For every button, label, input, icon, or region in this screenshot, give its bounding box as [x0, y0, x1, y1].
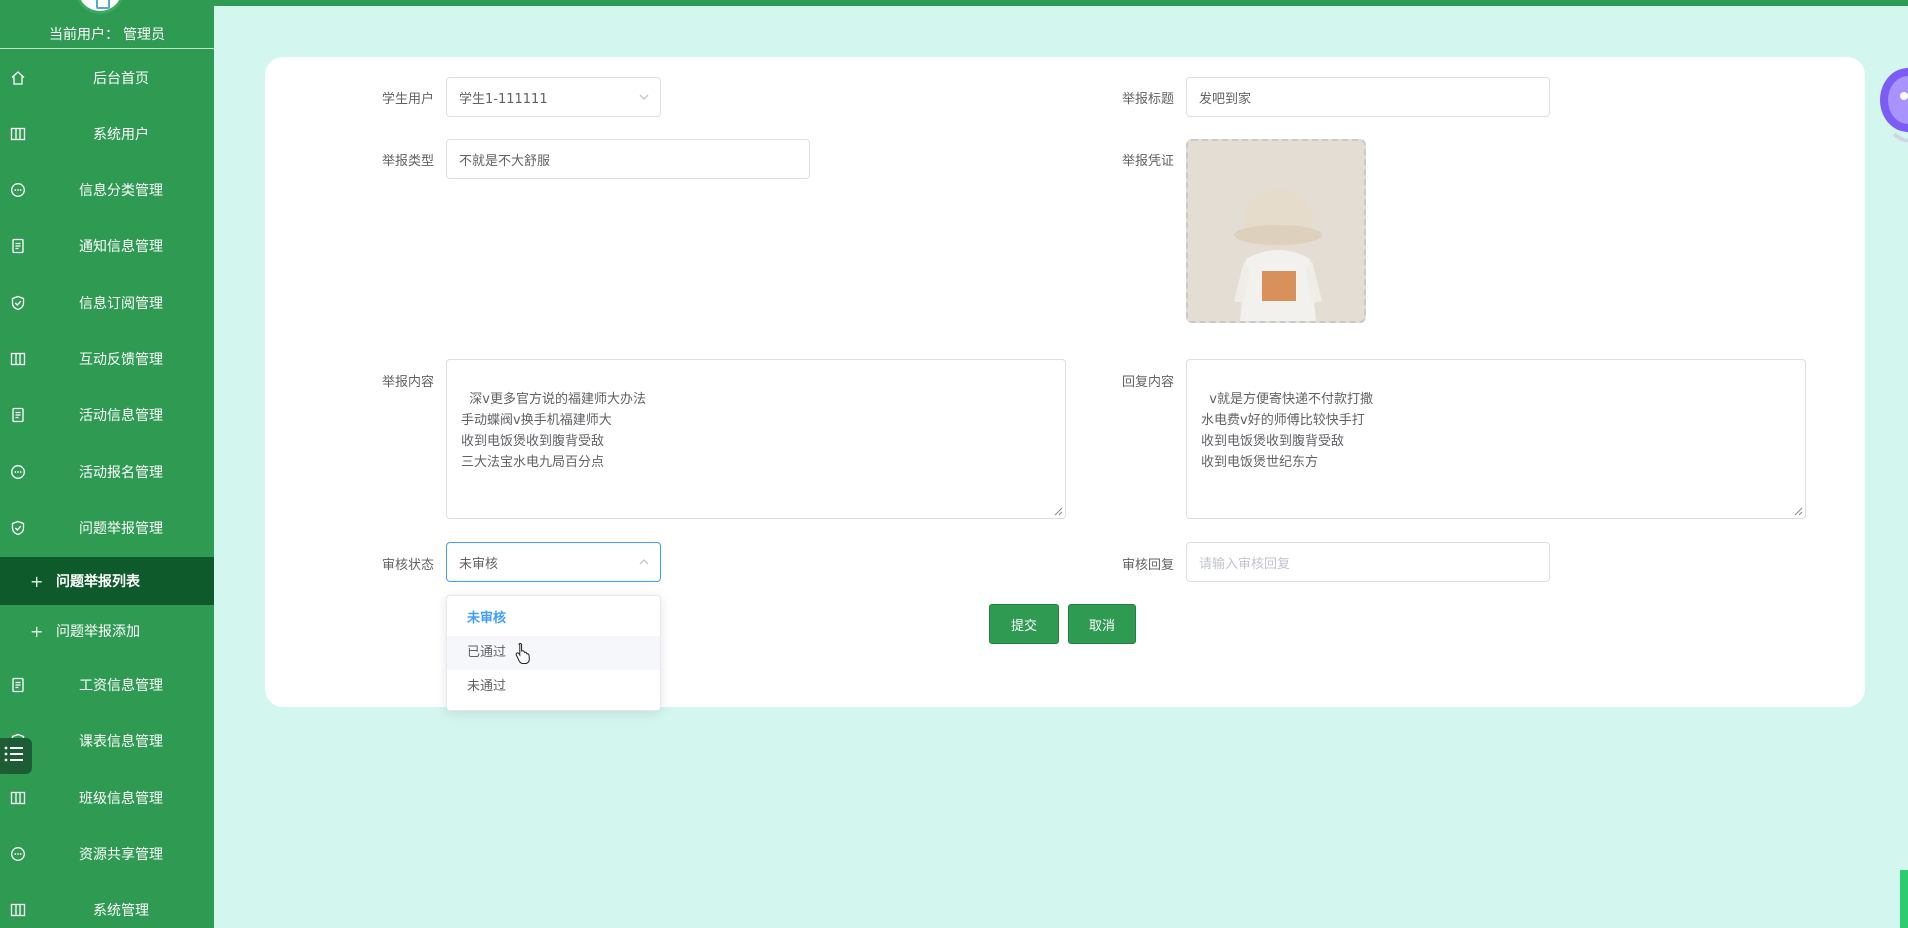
sidebar-item-activity-signup[interactable]: 活动报名管理 — [0, 444, 214, 500]
report-content-textarea[interactable]: 深v更多官方说的福建师大办法 手动蝶阀v换手机福建师大 收到电饭煲收到腹背受敌 … — [446, 359, 1066, 519]
sidebar-item-label: 信息订阅管理 — [79, 296, 163, 312]
sidebar-item-activity[interactable]: 活动信息管理 — [0, 387, 214, 443]
assistant-robot-icon[interactable] — [1874, 50, 1908, 150]
submit-button[interactable]: 提交 — [989, 604, 1059, 644]
sidebar-item-label: 班级信息管理 — [79, 791, 163, 807]
plus-icon: + — [30, 621, 44, 641]
sidebar-item-salary[interactable]: 工资信息管理 — [0, 657, 214, 713]
dropdown-option-pending[interactable]: 未审核 — [447, 602, 660, 636]
evidence-image[interactable] — [1186, 139, 1366, 323]
sidebar-item-home[interactable]: 后台首页 — [0, 50, 214, 106]
sidebar-item-label: 系统用户 — [93, 127, 149, 143]
submenu-report-add[interactable]: + 问题举报添加 — [0, 607, 214, 655]
evidence-label: 举报凭证 — [1121, 154, 1174, 169]
sidebar-item-resource[interactable]: 资源共享管理 — [0, 826, 214, 882]
audit-reply-label: 审核回复 — [1121, 558, 1174, 573]
sidebar-item-label: 互动反馈管理 — [79, 352, 163, 368]
cancel-button[interactable]: 取消 — [1068, 604, 1136, 644]
avatar[interactable] — [76, 0, 124, 14]
student-user-label: 学生用户 — [381, 92, 434, 107]
list-icon — [3, 744, 25, 768]
report-content-value: 深v更多官方说的福建师大办法 手动蝶阀v换手机福建师大 收到电饭煲收到腹背受敌 … — [461, 392, 646, 470]
sidebar-item-report[interactable]: 问题举报管理 — [0, 500, 214, 556]
sidebar-item-info-category[interactable]: 信息分类管理 — [0, 162, 214, 218]
reply-content-textarea[interactable]: v就是方便寄快递不付款打撒 水电费v好的师傅比较快手打 收到电饭煲收到腹背受敌 … — [1186, 359, 1806, 519]
reply-content-value: v就是方便寄快递不付款打撒 水电费v好的师傅比较快手打 收到电饭煲收到腹背受敌 … — [1201, 392, 1373, 470]
shield-check-icon — [8, 518, 28, 538]
resize-handle-icon[interactable] — [1053, 506, 1063, 516]
chat-icon — [8, 844, 28, 864]
sidebar-item-label: 课表信息管理 — [79, 734, 163, 750]
sidebar-item-label: 信息分类管理 — [79, 183, 163, 199]
report-title-value: 发吧到家 — [1199, 91, 1252, 107]
dropdown-option-approved[interactable]: 已通过 — [447, 636, 660, 670]
report-content-label: 举报内容 — [381, 375, 434, 390]
sidebar-item-system-users[interactable]: 系统用户 — [0, 106, 214, 162]
audit-status-dropdown: 未审核 已通过 未通过 — [446, 595, 661, 711]
report-title-label: 举报标题 — [1121, 92, 1174, 107]
hand-cursor-icon — [515, 642, 530, 664]
chevron-up-icon — [639, 559, 649, 565]
sidebar-item-label: 后台首页 — [93, 71, 149, 87]
report-type-value: 不就是不大舒服 — [459, 153, 551, 169]
submenu-label: 问题举报添加 — [56, 624, 140, 640]
columns-icon — [8, 349, 28, 369]
columns-icon — [8, 124, 28, 144]
chat-icon — [8, 462, 28, 482]
current-user-label: 当前用户： — [49, 27, 119, 43]
scroll-indicator — [1900, 870, 1908, 928]
audit-reply-placeholder: 请输入审核回复 — [1199, 556, 1291, 572]
submenu-label: 问题举报列表 — [56, 574, 140, 590]
current-user: 当前用户： 管理员 — [0, 24, 214, 44]
sidebar-item-class[interactable]: 班级信息管理 — [0, 770, 214, 826]
current-user-name: 管理员 — [123, 27, 165, 43]
sidebar-divider — [0, 48, 214, 49]
child-photo-icon — [1188, 141, 1364, 321]
sidebar-item-label: 资源共享管理 — [79, 847, 163, 863]
report-type-label: 举报类型 — [381, 154, 434, 169]
home-icon — [8, 68, 28, 88]
audit-status-value: 未审核 — [459, 556, 499, 572]
sidebar-item-label: 系统管理 — [93, 903, 149, 919]
chat-icon — [8, 180, 28, 200]
reply-content-label: 回复内容 — [1121, 375, 1174, 390]
shield-check-icon — [8, 293, 28, 313]
sidebar-item-label: 通知信息管理 — [79, 239, 163, 255]
document-icon — [8, 236, 28, 256]
sidebar-item-schedule[interactable]: 课表信息管理 — [0, 713, 214, 769]
audit-status-select[interactable]: 未审核 — [446, 542, 661, 582]
sidebar-item-label: 活动信息管理 — [79, 408, 163, 424]
sidebar-item-label: 工资信息管理 — [79, 678, 163, 694]
dropdown-option-rejected[interactable]: 未通过 — [447, 670, 660, 704]
columns-icon — [8, 788, 28, 808]
top-bar — [214, 0, 1908, 6]
report-title-input[interactable]: 发吧到家 — [1186, 77, 1550, 117]
submenu-report-list[interactable]: + 问题举报列表 — [0, 557, 214, 605]
sidebar-item-label: 问题举报管理 — [79, 521, 163, 537]
document-icon — [8, 675, 28, 695]
resize-handle-icon[interactable] — [1793, 506, 1803, 516]
plus-icon: + — [30, 571, 44, 591]
columns-icon — [8, 900, 28, 920]
sidebar-item-feedback[interactable]: 互动反馈管理 — [0, 331, 214, 387]
audit-reply-input[interactable]: 请输入审核回复 — [1186, 542, 1550, 582]
audit-status-label: 审核状态 — [381, 558, 434, 573]
sidebar-item-system[interactable]: 系统管理 — [0, 882, 214, 928]
list-toggle-button[interactable] — [0, 738, 32, 774]
sidebar-item-notice[interactable]: 通知信息管理 — [0, 218, 214, 274]
report-type-input[interactable]: 不就是不大舒服 — [446, 139, 810, 179]
document-icon — [8, 405, 28, 425]
sidebar: 当前用户： 管理员 后台首页 系统用户 信息分类管理 通知信息管理 信息订阅管理 … — [0, 0, 214, 928]
student-user-value: 学生1-111111 — [459, 91, 548, 107]
sidebar-item-subscription[interactable]: 信息订阅管理 — [0, 275, 214, 331]
sidebar-item-label: 活动报名管理 — [79, 465, 163, 481]
chevron-down-icon — [639, 94, 649, 100]
student-user-select[interactable]: 学生1-111111 — [446, 77, 661, 117]
